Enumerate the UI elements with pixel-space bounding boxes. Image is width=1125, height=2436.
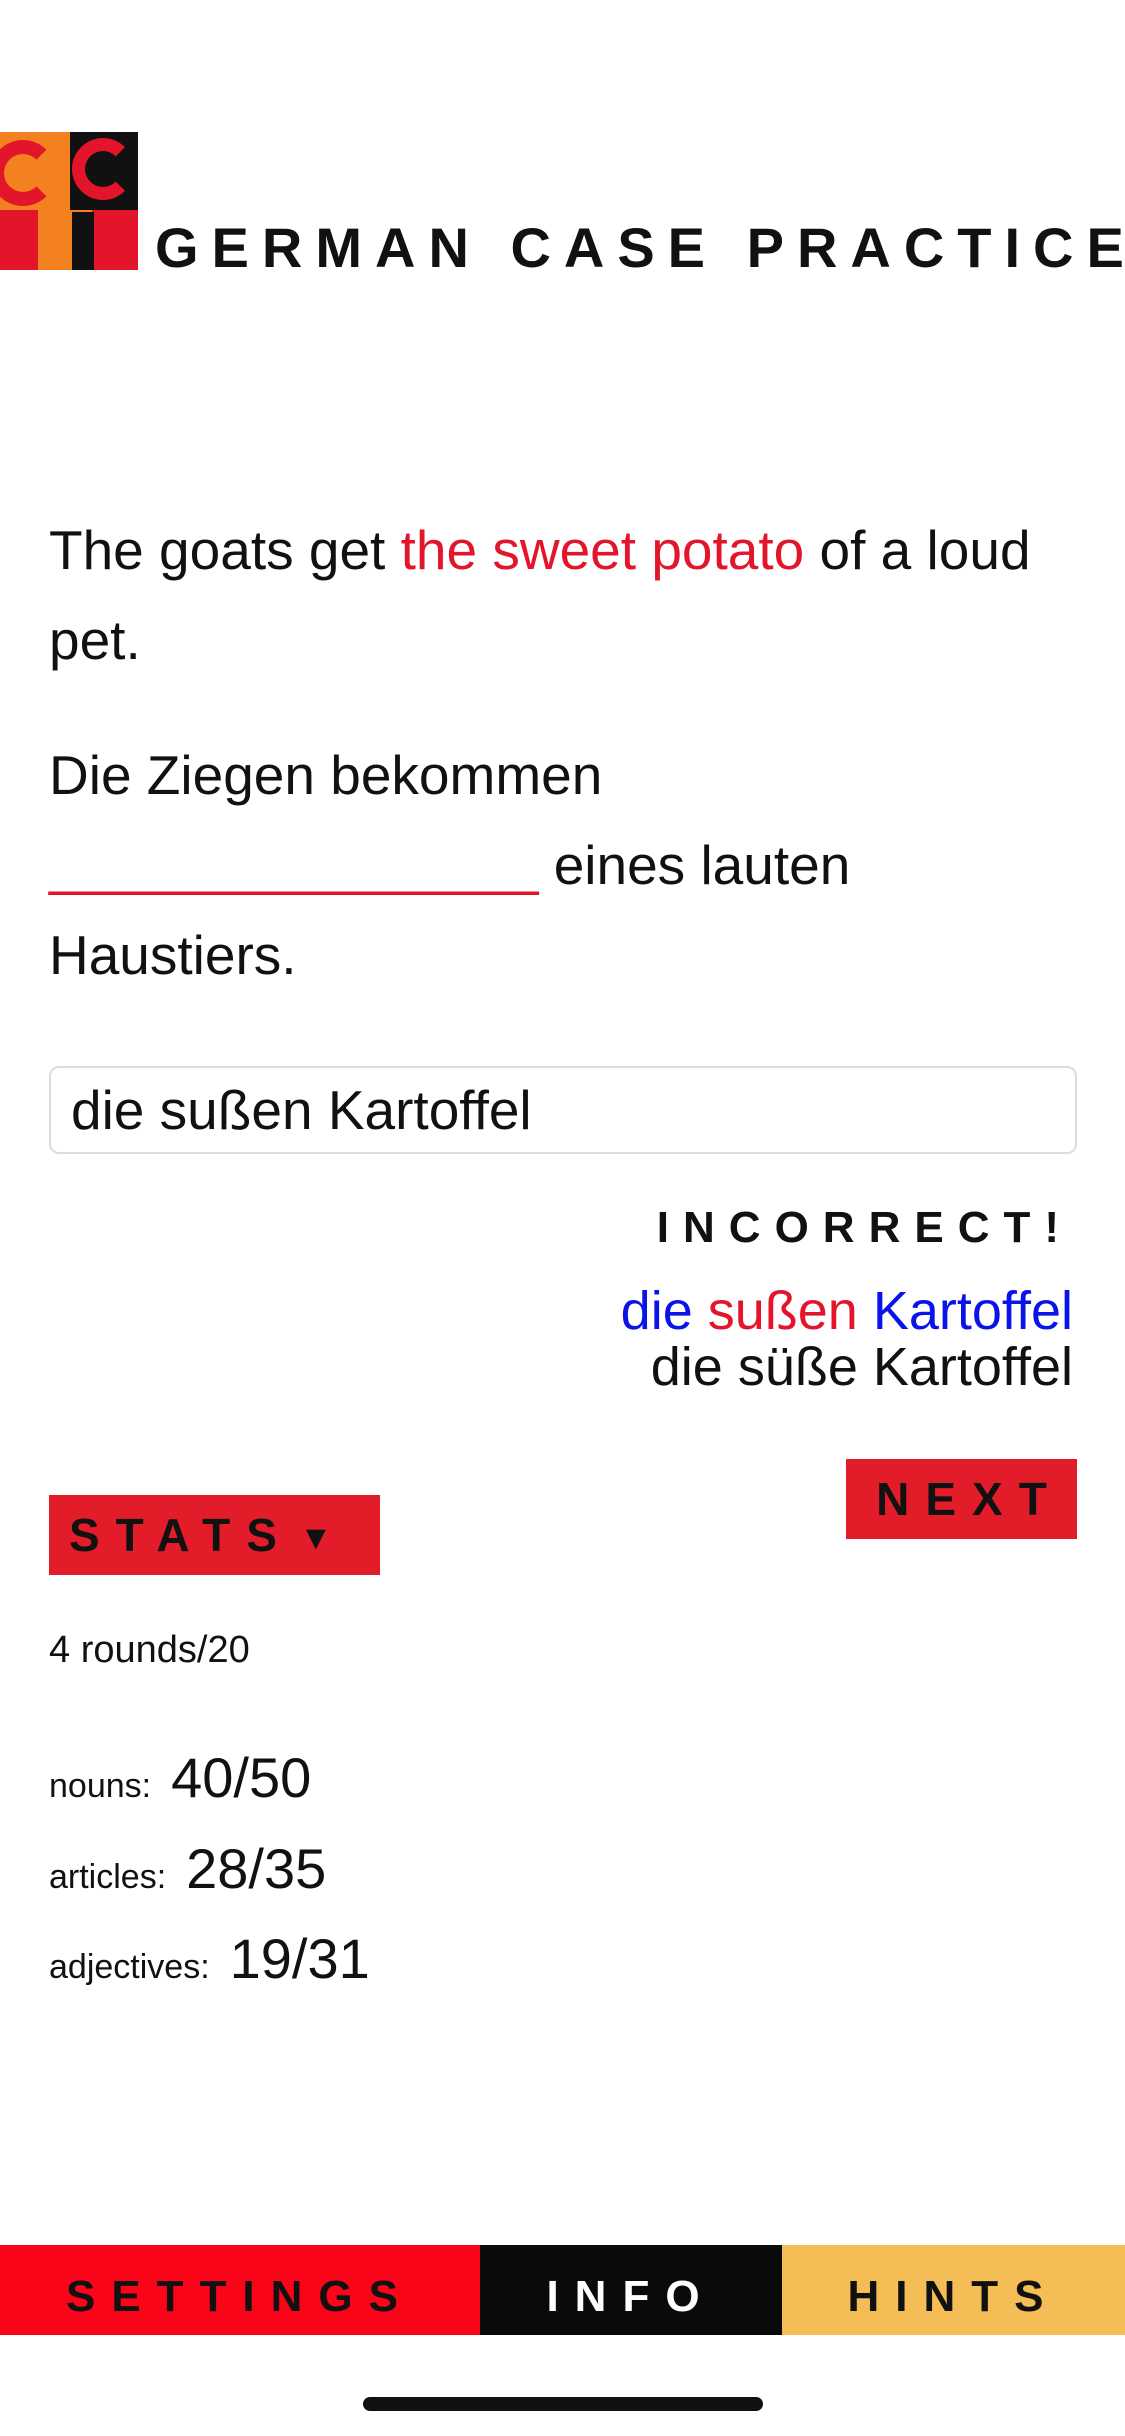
stat-value: 28/35 <box>186 1837 327 1900</box>
english-text-before: The goats get <box>49 519 401 581</box>
rounds-count: 4 rounds/20 <box>49 1629 250 1671</box>
tab-settings[interactable]: SETTINGS <box>0 2245 480 2335</box>
home-indicator[interactable] <box>363 2397 763 2411</box>
stat-label: nouns: <box>49 1767 152 1805</box>
app-logo <box>0 132 138 270</box>
english-sentence: The goats get the sweet potato of a loud… <box>49 505 1079 685</box>
german-text-before: Die Ziegen bekommen <box>49 744 603 806</box>
app-title: GERMAN CASE PRACTICE <box>155 216 1125 279</box>
stat-row-adjectives: adjectives: 19/31 <box>49 1926 370 2016</box>
chevron-down-icon: ▼ <box>298 1519 333 1557</box>
bottom-tab-bar: SETTINGS INFO HINTS <box>0 2245 1125 2335</box>
stat-row-articles: articles: 28/35 <box>49 1836 326 1926</box>
tab-info[interactable]: INFO <box>480 2245 782 2335</box>
stat-label: adjectives: <box>49 1948 210 1986</box>
answer-input[interactable] <box>49 1066 1077 1154</box>
stat-row-nouns: nouns: 40/50 <box>49 1745 311 1835</box>
answer-part-wrong: sußen <box>707 1281 858 1341</box>
tab-hints[interactable]: HINTS <box>782 2245 1125 2335</box>
english-highlight: the sweet potato <box>400 519 805 581</box>
german-blank: ________________ <box>49 834 539 896</box>
german-sentence: Die Ziegen bekommen ________________ ein… <box>49 730 1079 1000</box>
answer-part-correct: Kartoffel <box>872 1281 1073 1341</box>
stats-toggle-button[interactable]: STATS ▼ <box>49 1495 380 1575</box>
stats-label: STATS <box>69 1509 293 1561</box>
stat-value: 40/50 <box>171 1746 312 1809</box>
answer-part-correct: die <box>620 1281 693 1341</box>
verdict-label: INCORRECT! <box>656 1203 1073 1252</box>
stat-value: 19/31 <box>229 1927 370 1990</box>
next-button[interactable]: NEXT <box>846 1459 1077 1539</box>
your-answer-feedback: die sußen Kartoffel <box>621 1280 1073 1342</box>
stat-label: articles: <box>49 1858 167 1896</box>
app-header: GERMAN CASE PRACTICE <box>0 132 1125 276</box>
correct-answer: die süße Kartoffel <box>650 1337 1073 1397</box>
